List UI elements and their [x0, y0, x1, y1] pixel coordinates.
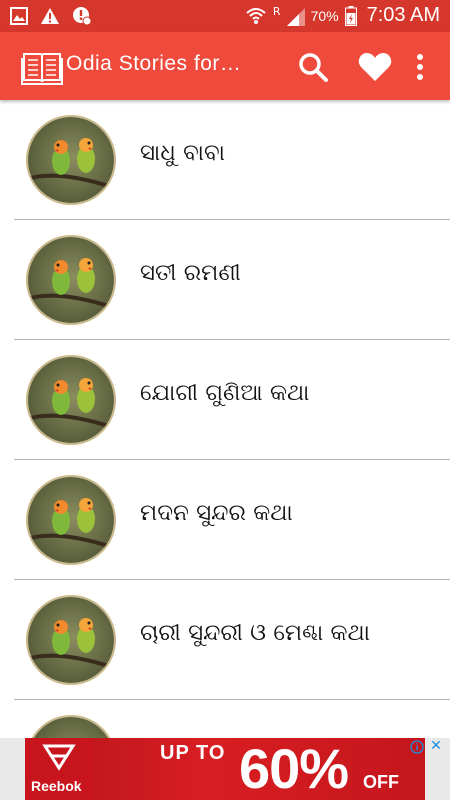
- warning-icon: [41, 8, 59, 24]
- network-type-label: R: [272, 5, 281, 18]
- ad-info-icon[interactable]: [410, 740, 424, 754]
- wifi-icon: [246, 7, 266, 24]
- story-thumbnail: [26, 715, 116, 738]
- clock: 7:03 AM: [366, 4, 440, 26]
- ad-close-icon[interactable]: ✕: [428, 738, 444, 754]
- story-title: ସାଧୁ ବାବା: [140, 140, 225, 166]
- ad-brand-name: Reebok: [31, 778, 82, 794]
- story-thumbnail: [26, 235, 116, 325]
- story-list-item[interactable]: ଯୋଗୀ ଗୁଣିଆ କଥା: [14, 340, 450, 460]
- story-title: ସତୀ ରମଣୀ: [140, 260, 241, 286]
- battery-percent: 70%: [310, 7, 339, 24]
- story-list-item[interactable]: ସାଧୁ ବାବା: [14, 100, 450, 220]
- story-thumbnail: [26, 475, 116, 565]
- story-list: ସାଧୁ ବାବା ସତୀ ରମଣୀ ଯୋଗୀ ଗୁଣିଆ କଥା ମଦନ ସୁ…: [0, 100, 450, 738]
- status-bar: R 70% 7:03 AM: [0, 0, 450, 32]
- battery-icon: [344, 5, 357, 26]
- story-thumbnail: [26, 355, 116, 445]
- ad-banner[interactable]: Reebok UP TO 60% OFF ✕: [0, 738, 450, 800]
- app-bar: Odia Stories for…: [0, 32, 450, 100]
- ad-off-text: OFF: [363, 772, 399, 792]
- app-title: Odia Stories for…: [66, 52, 242, 75]
- more-vert-icon[interactable]: [408, 52, 432, 82]
- ad-brand-logo: Reebok: [25, 738, 93, 800]
- story-thumbnail: [26, 115, 116, 205]
- ad-percent-text: 60%: [239, 738, 349, 800]
- heart-icon[interactable]: [358, 52, 392, 82]
- reebok-delta-icon: [42, 744, 76, 771]
- story-title: ଯୋଗୀ ଗୁଣିଆ କଥା: [140, 380, 310, 406]
- blocked-icon: [73, 7, 92, 26]
- search-icon[interactable]: [298, 52, 328, 82]
- story-thumbnail: [26, 595, 116, 685]
- ad-creative[interactable]: Reebok UP TO 60% OFF: [25, 738, 425, 800]
- story-title: ଚାରୀ ସୁନ୍ଦରୀ ଓ ମେଣ୍ଢା କଥା: [140, 620, 370, 646]
- story-list-item[interactable]: ଚାରୀ ସୁନ୍ଦରୀ ଓ ମେଣ୍ଢା କଥା: [14, 580, 450, 700]
- story-title: ମଦନ ସୁନ୍ଦର କଥା: [140, 500, 293, 526]
- book-icon: [21, 53, 63, 85]
- signal-icon: [286, 7, 305, 26]
- story-list-item[interactable]: ସତୀ ରମଣୀ: [14, 220, 450, 340]
- image-icon: [10, 7, 28, 25]
- story-list-item[interactable]: [14, 700, 450, 738]
- ad-up-to-text: UP TO: [160, 742, 226, 764]
- story-list-item[interactable]: ମଦନ ସୁନ୍ଦର କଥା: [14, 460, 450, 580]
